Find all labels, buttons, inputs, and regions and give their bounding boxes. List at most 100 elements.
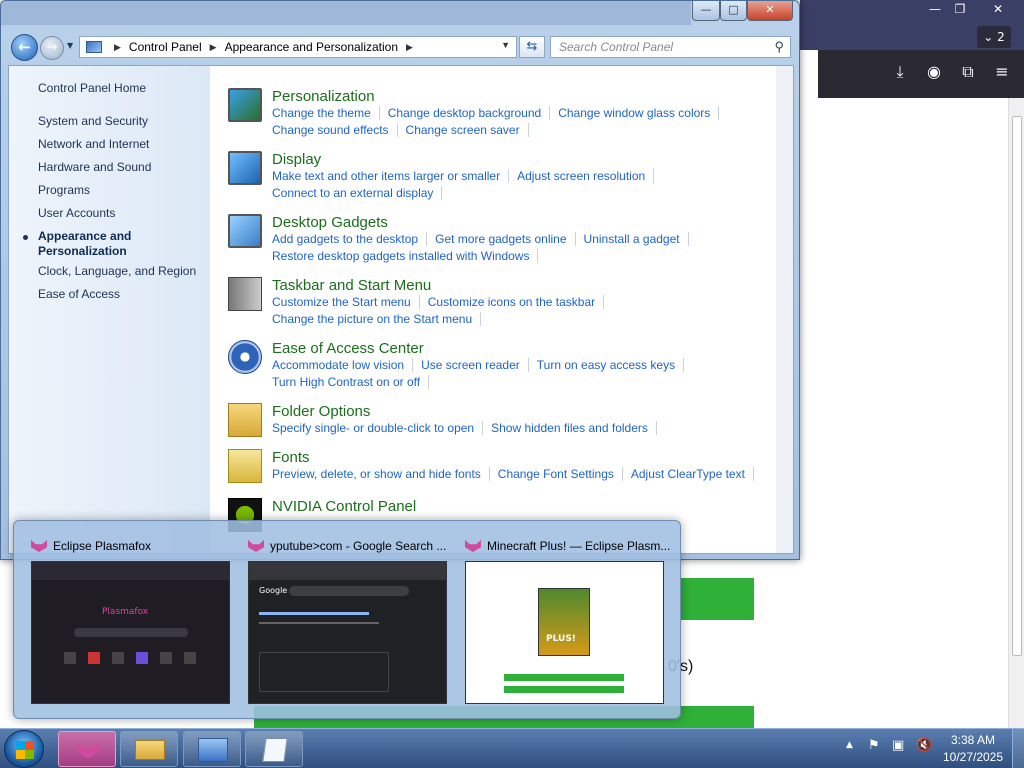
category-title[interactable]: Personalization: [272, 88, 375, 105]
breadcrumb-appearance[interactable]: Appearance and Personalization: [225, 40, 398, 54]
show-hidden-icons-button[interactable]: ▲: [846, 740, 853, 750]
category-title[interactable]: Desktop Gadgets: [272, 214, 388, 231]
category-title[interactable]: Taskbar and Start Menu: [272, 277, 431, 294]
taskbar-plasmafox[interactable]: [58, 731, 116, 767]
task-link[interactable]: Change window glass colors: [558, 106, 720, 120]
sidebar-item-hardware[interactable]: Hardware and Sound: [38, 160, 151, 174]
task-links: Change the picture on the Start menu: [272, 312, 489, 326]
clock[interactable]: 3:38 AM 10/27/2025: [940, 732, 1006, 766]
sidebar-item-user-accounts[interactable]: User Accounts: [38, 206, 115, 220]
task-link[interactable]: Change screen saver: [405, 123, 529, 137]
task-link[interactable]: Change Font Settings: [497, 467, 623, 481]
address-dropdown-icon[interactable]: ▼: [501, 40, 510, 50]
task-link[interactable]: Add gadgets to the desktop: [272, 232, 428, 246]
task-link[interactable]: Customize icons on the taskbar: [427, 295, 605, 309]
account-icon[interactable]: ◉: [923, 62, 945, 81]
extensions-icon[interactable]: ⧉: [957, 62, 979, 82]
tab-count-button[interactable]: ⌄ 2: [977, 26, 1011, 48]
personalization-icon[interactable]: [228, 88, 262, 122]
search-icon[interactable]: ⚲: [774, 39, 784, 55]
thumbnail-preview-1[interactable]: Plasmafox: [31, 561, 230, 704]
task-link[interactable]: Get more gadgets online: [435, 232, 576, 246]
sidebar-item-programs[interactable]: Programs: [38, 183, 90, 197]
sidebar-item-clock-region[interactable]: Clock, Language, and Region: [38, 264, 196, 278]
task-link[interactable]: Adjust ClearType text: [630, 467, 754, 481]
search-input[interactable]: Search Control Panel ⚲: [550, 36, 791, 58]
recent-pages-dropdown[interactable]: ▼: [67, 41, 73, 50]
maximize-button[interactable]: □: [720, 1, 747, 21]
fonts-icon[interactable]: [228, 449, 262, 483]
task-link[interactable]: Customize the Start menu: [272, 295, 420, 309]
category-title[interactable]: Folder Options: [272, 403, 370, 420]
task-link[interactable]: Accommodate low vision: [272, 358, 414, 372]
address-bar[interactable]: ▶ Control Panel ▶ Appearance and Persona…: [79, 36, 517, 58]
display-icon[interactable]: [228, 151, 262, 185]
task-link[interactable]: Change desktop background: [387, 106, 551, 120]
content-scrollbar[interactable]: [776, 66, 793, 553]
folder-icon[interactable]: [228, 403, 262, 437]
show-desktop-button[interactable]: [1012, 729, 1024, 768]
chevron-right-icon[interactable]: ▶: [114, 42, 121, 53]
window-titlebar: [1, 1, 691, 25]
thumbnail-1[interactable]: Eclipse Plasmafox Plasmafox: [27, 535, 237, 707]
task-link[interactable]: Make text and other items larger or smal…: [272, 169, 510, 183]
taskbar-explorer[interactable]: [120, 731, 178, 767]
breadcrumb-control-panel[interactable]: Control Panel: [129, 40, 202, 54]
menu-icon[interactable]: ≡: [991, 62, 1013, 81]
start-button[interactable]: [4, 730, 44, 768]
task-link[interactable]: Turn on easy access keys: [536, 358, 685, 372]
gadgets-icon[interactable]: [228, 214, 262, 248]
network-icon[interactable]: ▣: [892, 738, 904, 753]
browser-maximize-button[interactable]: ❐: [947, 0, 973, 18]
task-link[interactable]: Adjust screen resolution: [517, 169, 655, 183]
taskbar-control-panel[interactable]: [183, 731, 241, 767]
thumbnail-preview-2[interactable]: Google: [248, 561, 447, 704]
minimize-button[interactable]: —: [692, 1, 720, 21]
category-title[interactable]: Display: [272, 151, 321, 168]
thumbnail-3[interactable]: Minecraft Plus! — Eclipse Plasm... PLUS!: [461, 535, 671, 707]
task-link[interactable]: Change sound effects: [272, 123, 398, 137]
category-title[interactable]: Fonts: [272, 449, 310, 466]
task-link[interactable]: Show hidden files and folders: [491, 421, 657, 435]
content-pane: Control Panel Home System and Security N…: [8, 65, 794, 554]
chevron-right-icon[interactable]: ▶: [406, 42, 413, 53]
close-button[interactable]: ✕: [747, 1, 793, 21]
task-link[interactable]: Specify single- or double-click to open: [272, 421, 484, 435]
task-link[interactable]: Preview, delete, or show and hide fonts: [272, 467, 490, 481]
browser-minimize-button[interactable]: —: [922, 0, 948, 18]
thumbnail-preview-3[interactable]: PLUS!: [465, 561, 664, 704]
forward-button[interactable]: →: [40, 36, 64, 60]
browser-scrollbar[interactable]: [1008, 98, 1024, 728]
task-link[interactable]: Use screen reader: [421, 358, 529, 372]
refresh-button[interactable]: ⇆: [519, 36, 545, 58]
control-panel-icon: [198, 738, 228, 762]
taskbar-notepad[interactable]: [245, 731, 303, 767]
category-title[interactable]: Ease of Access Center: [272, 340, 424, 357]
action-center-icon[interactable]: ⚑: [868, 738, 880, 753]
sidebar-item-appearance[interactable]: Appearance and: [38, 229, 131, 243]
task-link[interactable]: Uninstall a gadget: [583, 232, 689, 246]
task-link[interactable]: Restore desktop gadgets installed with W…: [272, 249, 539, 263]
category-title[interactable]: NVIDIA Control Panel: [272, 498, 416, 515]
task-link[interactable]: Connect to an external display: [272, 186, 443, 200]
task-link[interactable]: Change the theme: [272, 106, 380, 120]
thumbnail-2[interactable]: yputube>com - Google Search ... Google: [244, 535, 454, 707]
download-icon[interactable]: ⤓: [889, 62, 911, 82]
task-link[interactable]: Turn High Contrast on or off: [272, 375, 430, 389]
download-banner[interactable]: [680, 578, 754, 620]
task-links: Connect to an external display: [272, 186, 450, 200]
sidebar-item-home[interactable]: Control Panel Home: [38, 81, 146, 95]
sidebar-item-appearance-cont[interactable]: Personalization: [38, 244, 127, 258]
task-link[interactable]: Change the picture on the Start menu: [272, 312, 482, 326]
browser-close-button[interactable]: ✕: [985, 0, 1011, 18]
sidebar-item-ease-of-access[interactable]: Ease of Access: [38, 287, 120, 301]
chevron-right-icon[interactable]: ▶: [210, 42, 217, 53]
sidebar-item-system-security[interactable]: System and Security: [38, 114, 148, 128]
background-browser-window: [800, 0, 1024, 728]
taskbar-icon[interactable]: [228, 277, 262, 311]
ease-of-access-icon[interactable]: [228, 340, 262, 374]
sidebar-item-network[interactable]: Network and Internet: [38, 137, 149, 151]
back-button[interactable]: ←: [11, 34, 38, 61]
volume-muted-icon[interactable]: 🔇: [916, 738, 932, 753]
task-links: Change sound effects Change screen saver: [272, 123, 537, 137]
